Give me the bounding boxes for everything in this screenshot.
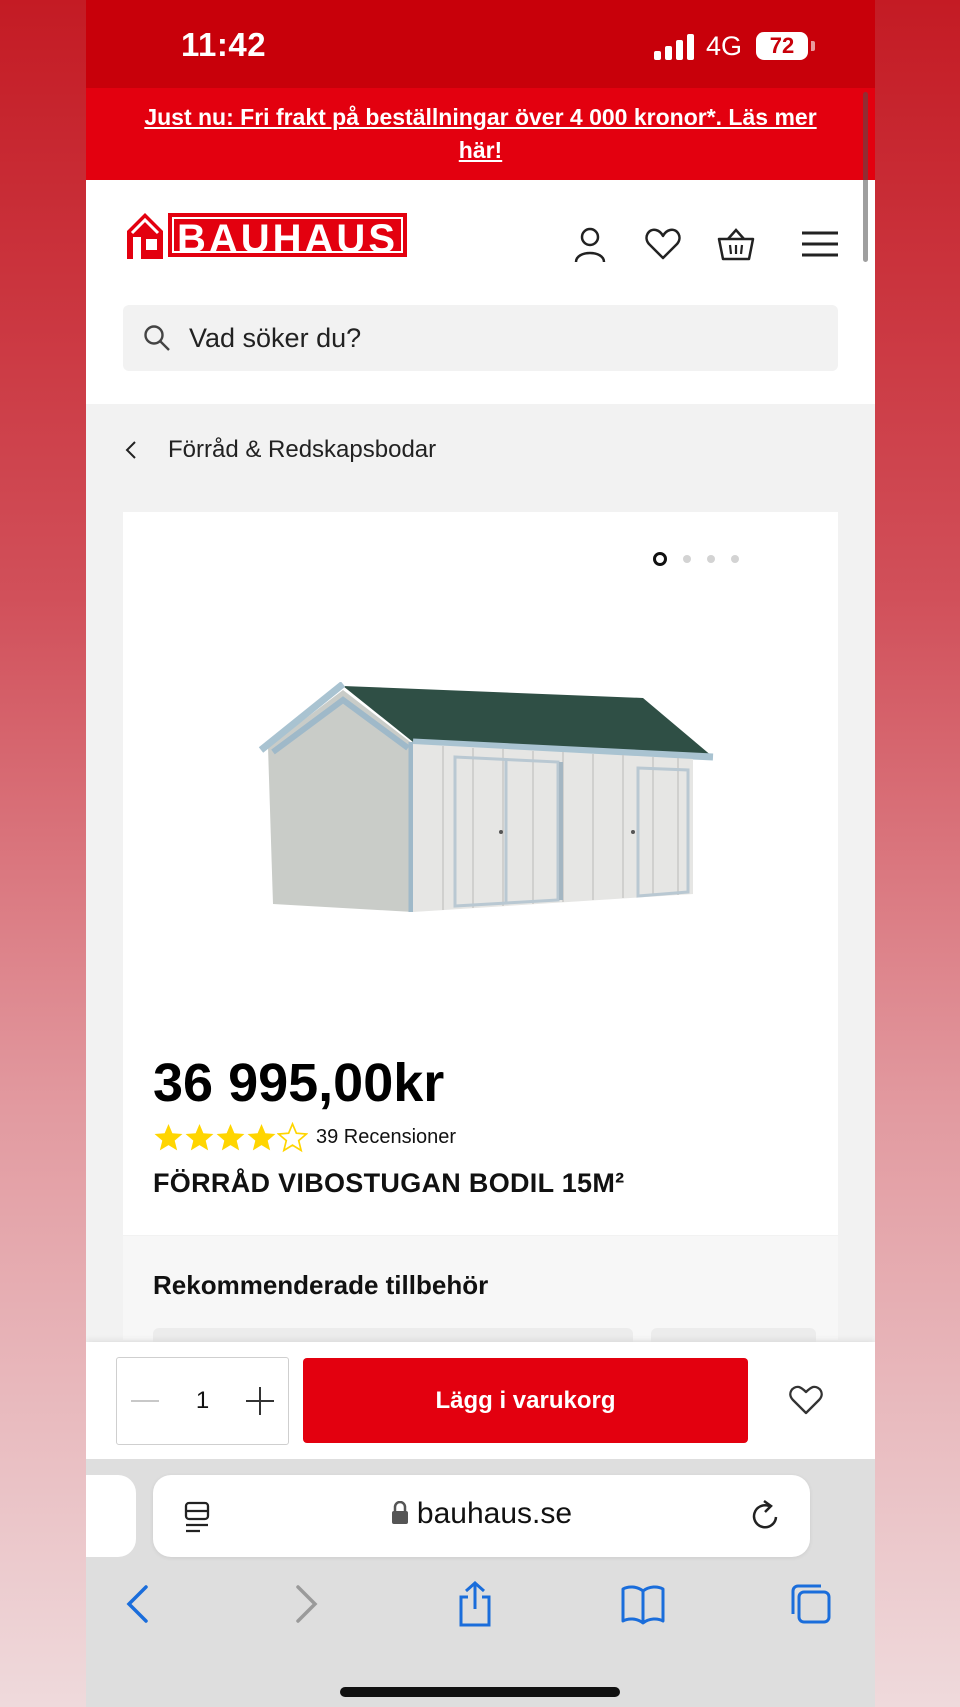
logo-wordmark: BAUHAUS (168, 213, 407, 261)
add-to-cart-button[interactable]: Lägg i varukorg (303, 1358, 748, 1443)
product-card: 36 995,00kr 39 Recensioner FÖRRÅD VIBOST… (123, 512, 838, 1235)
breadcrumb-label: Förråd & Redskapsbodar (168, 436, 437, 463)
address-bar[interactable]: bauhaus.se (153, 1475, 810, 1557)
image-carousel-dots[interactable] (653, 552, 739, 566)
status-bar: 11:42 4G 72 (86, 0, 875, 88)
search-input[interactable]: Vad söker du? (123, 305, 838, 371)
review-count-link[interactable]: 39 Recensioner (316, 1126, 456, 1149)
plus-icon[interactable] (245, 1387, 274, 1415)
battery-icon: 72 (756, 32, 808, 60)
product-image-shed[interactable] (243, 682, 723, 922)
carousel-dot-1[interactable] (653, 552, 667, 566)
previous-tab-preview[interactable] (86, 1475, 136, 1557)
search-icon (144, 325, 170, 351)
basket-icon[interactable] (716, 224, 756, 264)
menu-icon[interactable] (800, 224, 840, 264)
bookmarks-icon[interactable] (620, 1581, 666, 1627)
status-time: 11:42 (181, 26, 267, 63)
star-filled-icon (154, 1123, 183, 1151)
url-domain: bauhaus.se (416, 1497, 573, 1530)
chevron-left-icon (125, 441, 136, 459)
product-rating[interactable]: 39 Recensioner (153, 1122, 456, 1153)
product-title: FÖRRÅD VIBOSTUGAN BODIL 15M² (153, 1168, 625, 1198)
carousel-dot-2[interactable] (683, 555, 691, 563)
reload-icon[interactable] (749, 1499, 781, 1533)
signal-icon (654, 34, 696, 60)
site-header: BAUHAUS Vad söker du? (86, 180, 875, 404)
recommended-title: Rekommenderade tillbehör (153, 1270, 489, 1300)
star-filled-icon (185, 1123, 214, 1151)
carousel-dot-4[interactable] (731, 555, 739, 563)
rating-stars (153, 1122, 308, 1153)
tabs-icon[interactable] (788, 1581, 834, 1627)
heart-icon[interactable] (643, 224, 683, 264)
back-chevron-icon[interactable] (116, 1581, 162, 1627)
url-text[interactable]: bauhaus.se (153, 1497, 810, 1531)
phone-screen: 11:42 4G 72 Just nu: Fri frakt på bestäl… (86, 0, 875, 1707)
battery-tip (811, 41, 815, 51)
breadcrumb[interactable]: Förråd & Redskapsbodar (124, 436, 436, 464)
star-filled-icon (216, 1123, 245, 1151)
search-placeholder: Vad söker du? (189, 322, 362, 353)
star-empty-icon (277, 1122, 308, 1153)
network-type: 4G (706, 31, 743, 61)
account-icon[interactable] (570, 224, 610, 264)
home-indicator[interactable] (340, 1687, 620, 1697)
minus-icon[interactable] (131, 1399, 159, 1403)
bauhaus-logo[interactable]: BAUHAUS (124, 206, 407, 264)
star-filled-icon (247, 1123, 276, 1151)
logo-house-icon (127, 213, 163, 259)
product-price: 36 995,00kr (153, 1053, 445, 1113)
scrollbar[interactable] (863, 92, 868, 262)
browser-toolbar: bauhaus.se (86, 1459, 875, 1707)
forward-chevron-icon[interactable] (282, 1581, 328, 1627)
wishlist-heart-icon[interactable] (786, 1380, 826, 1420)
carousel-dot-3[interactable] (707, 555, 715, 563)
lock-icon (391, 1500, 408, 1524)
add-to-cart-bar: 1 Lägg i varukorg (86, 1342, 875, 1459)
recommended-accessories: Rekommenderade tillbehör (123, 1236, 838, 1348)
quantity-value[interactable]: 1 (196, 1387, 209, 1415)
share-icon[interactable] (452, 1581, 498, 1627)
promo-banner-link[interactable]: Just nu: Fri frakt på beställningar över… (86, 88, 875, 180)
quantity-stepper: 1 (116, 1357, 289, 1445)
